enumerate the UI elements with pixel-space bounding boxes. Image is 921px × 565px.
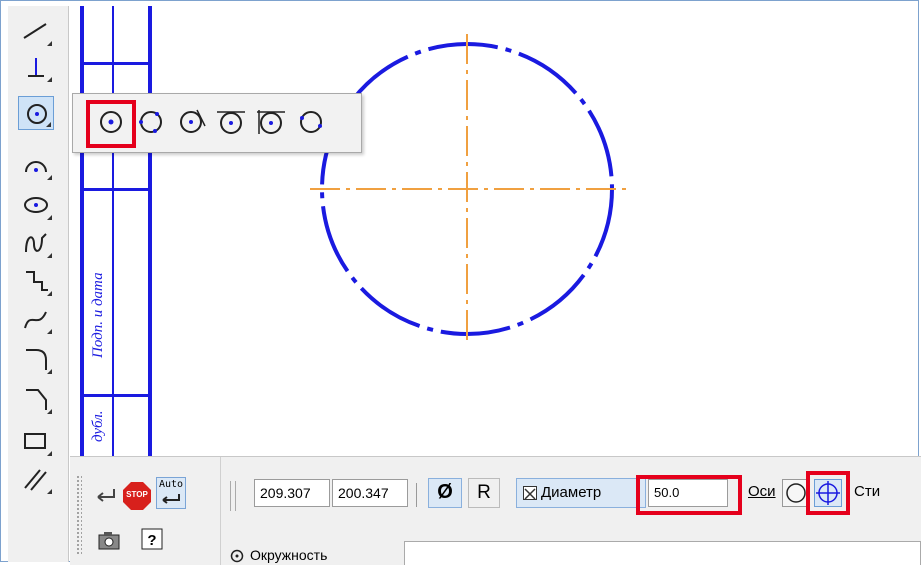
- diameter-symbol: Ø: [437, 481, 453, 503]
- rectangle-icon: [24, 433, 46, 449]
- polyline-icon: [26, 271, 48, 291]
- stop-label: STOP: [126, 490, 148, 499]
- panel-separator: [230, 481, 236, 511]
- tab-label: Окружность: [250, 547, 328, 563]
- camera-button[interactable]: [96, 527, 122, 553]
- arc-icon: [25, 161, 47, 173]
- circle-two-points-button[interactable]: [295, 106, 327, 138]
- properties-panel: STOP Auto ? 209.307 200.347 Ø R Диаметр …: [70, 456, 921, 565]
- diameter-lock-checkbox[interactable]: [523, 486, 537, 500]
- fillet-icon: [26, 349, 47, 370]
- stop-button[interactable]: STOP: [122, 481, 152, 511]
- cross-icon: [524, 488, 536, 500]
- radius-label: R: [477, 482, 491, 503]
- fillet-tool[interactable]: [18, 342, 54, 376]
- coord-x-field[interactable]: 209.307: [254, 479, 330, 507]
- highlight-circle-by-center: [86, 100, 136, 148]
- spline-icon: [25, 233, 47, 253]
- rectangle-tool[interactable]: [18, 424, 54, 458]
- enter-arrow-icon: [97, 489, 115, 502]
- enter-button[interactable]: [92, 483, 118, 509]
- diameter-toggle[interactable]: Ø: [428, 478, 462, 508]
- help-button[interactable]: ?: [140, 527, 166, 553]
- diameter-parameter[interactable]: Диаметр: [516, 478, 646, 508]
- style-label: Сти: [854, 483, 881, 500]
- hatch-icon: [24, 469, 47, 491]
- help-icon: ?: [141, 528, 163, 550]
- panel-grip[interactable]: [76, 475, 82, 555]
- circle-three-points-icon: [139, 111, 162, 133]
- circle-tab-icon: [230, 549, 244, 563]
- arc-tool[interactable]: [18, 148, 54, 182]
- chamfer-icon: [26, 389, 47, 410]
- spline-tool[interactable]: [18, 226, 54, 260]
- bezier-icon: [24, 311, 47, 329]
- circle-three-tangents-button[interactable]: [255, 106, 287, 138]
- circle-two-tangents-icon: [217, 111, 245, 134]
- auto-enter-icon: [162, 494, 180, 504]
- panel-content-area: [404, 541, 921, 565]
- camera-icon: [98, 532, 120, 550]
- radius-toggle[interactable]: R: [468, 478, 500, 508]
- line-segment-tool[interactable]: [18, 14, 54, 48]
- highlight-diameter-field: [636, 475, 742, 515]
- line-segment-icon: [23, 23, 47, 39]
- geometry-toolbar: [8, 6, 69, 562]
- diameter-label: Диаметр: [541, 484, 602, 501]
- ellipse-icon: [24, 197, 48, 213]
- coord-y-field[interactable]: 200.347: [332, 479, 408, 507]
- drawing-canvas[interactable]: Подп. и дата дубл.: [68, 6, 920, 456]
- bezier-tool[interactable]: [18, 302, 54, 336]
- panel-separator: [416, 483, 417, 507]
- circle-center-tangent-icon: [180, 109, 206, 133]
- circle-tool[interactable]: [18, 96, 54, 130]
- ellipse-tool[interactable]: [18, 188, 54, 222]
- circle-drawing[interactable]: [68, 6, 920, 456]
- circle-center-tangent-button[interactable]: [175, 106, 207, 138]
- circle-two-tangents-button[interactable]: [215, 106, 247, 138]
- auxiliary-line-tool[interactable]: [18, 50, 54, 84]
- axes-label: Оси: [748, 483, 776, 500]
- highlight-axes-button: [806, 471, 850, 515]
- polyline-tool[interactable]: [18, 264, 54, 298]
- auto-button[interactable]: Auto: [156, 477, 186, 509]
- circle-two-points-icon: [300, 111, 322, 133]
- circle-three-points-button[interactable]: [135, 106, 167, 138]
- svg-text:?: ?: [147, 532, 156, 549]
- circle-three-tangents-icon: [257, 110, 285, 134]
- auto-label: Auto: [158, 479, 184, 490]
- hatch-tool[interactable]: [18, 462, 54, 496]
- chamfer-tool[interactable]: [18, 382, 54, 416]
- panel-control-cell: STOP Auto ?: [70, 457, 221, 565]
- auxiliary-line-icon: [28, 58, 44, 77]
- panel-tab-circle[interactable]: Окружность: [224, 545, 404, 565]
